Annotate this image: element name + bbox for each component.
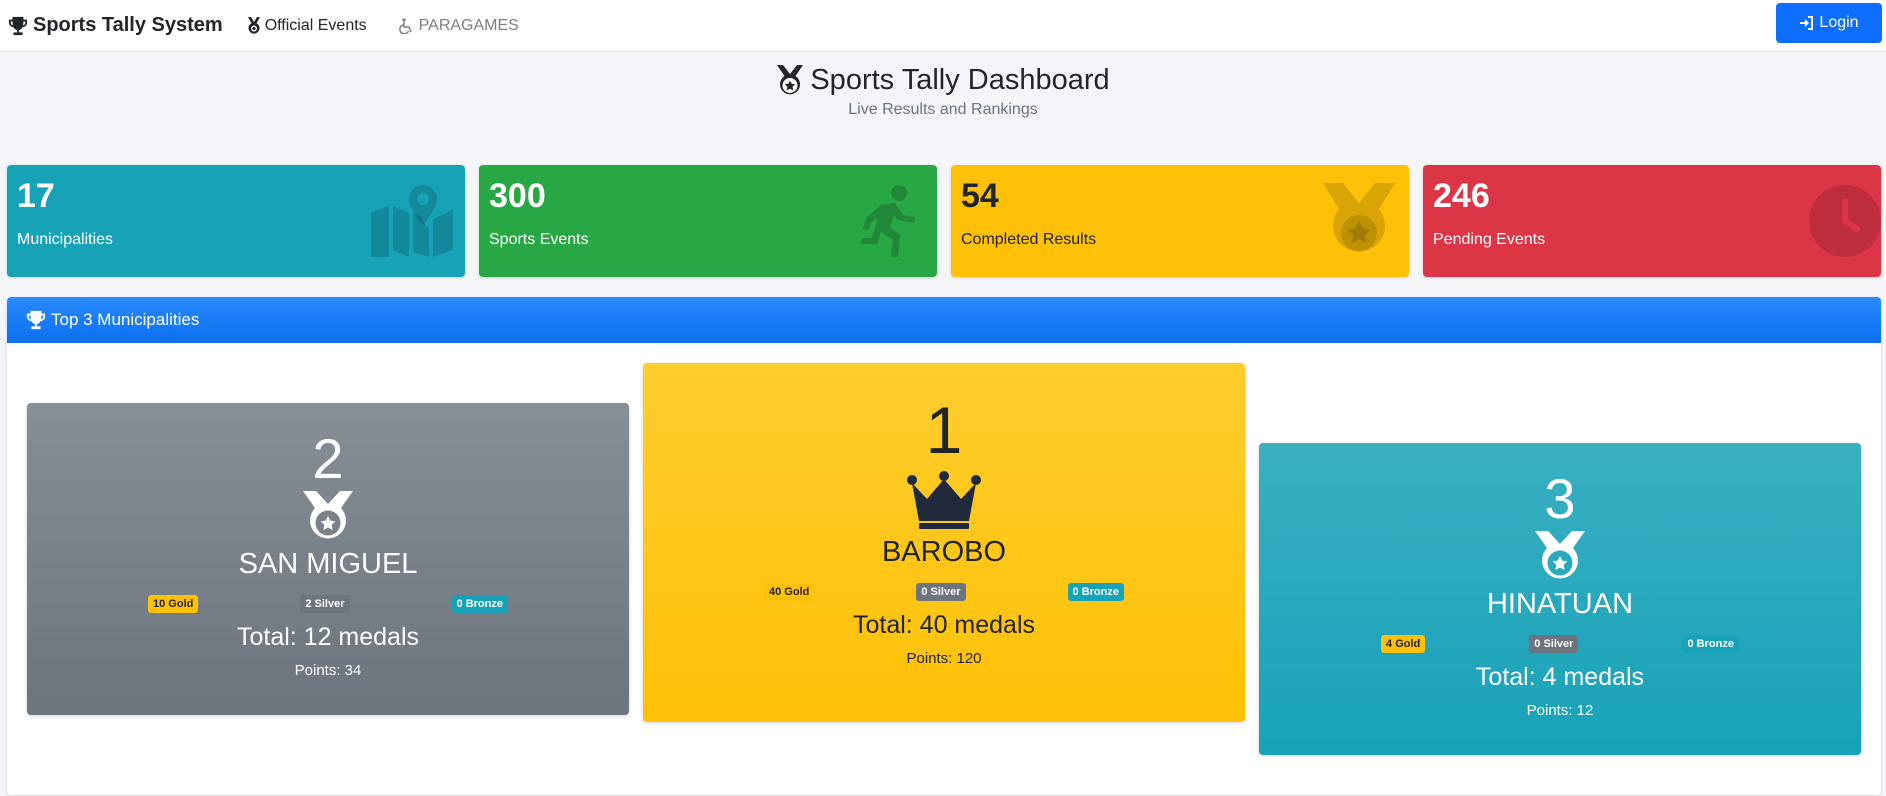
municipality-name: HINATUAN <box>1486 588 1634 620</box>
points: Points: 34 <box>294 662 362 679</box>
sign-in-icon <box>1800 16 1814 30</box>
navbar: Sports Tally System Official Events PARA… <box>0 0 1886 52</box>
stat-value: 54 <box>961 177 999 215</box>
bronze-badge: 0 Bronze <box>451 595 508 613</box>
silver-badge: 0 Silver <box>1529 635 1579 653</box>
nav-paragames[interactable]: PARAGAMES <box>398 16 519 35</box>
gold-badge: 4 Gold <box>1381 635 1426 653</box>
stat-card-pending-events: 246 Pending Events <box>1423 165 1881 277</box>
medal-icon <box>777 64 804 94</box>
silver-badge: 0 Silver <box>916 583 966 601</box>
running-icon <box>861 185 915 257</box>
points: Points: 12 <box>1526 702 1594 719</box>
nav-paragames-label: PARAGAMES <box>418 16 519 34</box>
stat-label: Completed Results <box>961 231 1097 248</box>
wheelchair-icon <box>398 17 412 34</box>
page-subtitle: Live Results and Rankings <box>848 101 1038 118</box>
stat-value: 17 <box>17 177 55 215</box>
brand[interactable]: Sports Tally System <box>7 14 223 37</box>
stat-card-sports-events: 300 Sports Events <box>479 165 937 277</box>
total-medals: Total: 40 medals <box>852 611 1036 639</box>
dashboard-header: Sports Tally Dashboard Live Results and … <box>0 64 1886 119</box>
municipality-name: BAROBO <box>881 536 1007 568</box>
total-medals: Total: 12 medals <box>236 623 420 651</box>
top3-panel-header: Top 3 Municipalities <box>7 297 1881 343</box>
bronze-badge: 0 Bronze <box>1067 583 1124 601</box>
nav-official-events-label: Official Events <box>264 16 367 34</box>
podium-second[interactable]: 2 SAN MIGUEL 10 Gold 2 Silver 0 Bronze T… <box>27 403 629 715</box>
medal-row: 10 Gold 2 Silver 0 Bronze <box>27 595 629 613</box>
map-icon <box>371 185 453 257</box>
rank-number: 2 <box>312 427 344 490</box>
stat-label: Pending Events <box>1433 231 1546 248</box>
stat-card-municipalities: 17 Municipalities <box>7 165 465 277</box>
login-label: Login <box>1819 14 1859 31</box>
stat-card-completed-results: 54 Completed Results <box>951 165 1409 277</box>
podium-third[interactable]: 3 HINATUAN 4 Gold 0 Silver 0 Bronze Tota… <box>1259 443 1861 755</box>
trophy-icon <box>8 16 28 35</box>
total-medals: Total: 4 medals <box>1475 663 1645 691</box>
rank-number: 3 <box>1544 467 1576 530</box>
login-button[interactable]: Login <box>1776 3 1882 43</box>
top3-title: Top 3 Municipalities <box>51 310 200 329</box>
rank-number: 1 <box>925 393 963 467</box>
nav-official-events[interactable]: Official Events <box>247 16 367 35</box>
gold-badge: 40 Gold <box>764 583 815 601</box>
gold-badge: 10 Gold <box>148 595 199 613</box>
silver-medal-icon <box>303 491 353 539</box>
trophy-icon <box>26 310 46 330</box>
crown-icon <box>907 471 981 529</box>
municipality-name: SAN MIGUEL <box>238 548 418 580</box>
bronze-badge: 0 Bronze <box>1682 635 1739 653</box>
silver-badge: 2 Silver <box>300 595 350 613</box>
stat-label: Municipalities <box>17 231 114 248</box>
points: Points: 120 <box>906 650 982 667</box>
medal-row: 4 Gold 0 Silver 0 Bronze <box>1259 635 1861 653</box>
clock-icon <box>1809 185 1881 257</box>
brand-label: Sports Tally System <box>33 14 223 36</box>
bronze-medal-icon <box>1535 531 1585 579</box>
stat-value: 300 <box>489 177 546 215</box>
medal-row: 40 Gold 0 Silver 0 Bronze <box>643 583 1245 601</box>
page-title-text: Sports Tally Dashboard <box>810 64 1110 96</box>
medal-icon <box>1323 183 1395 252</box>
top3-panel: Top 3 Municipalities 2 SAN MIGUEL 10 Gol… <box>7 297 1881 795</box>
stat-label: Sports Events <box>489 231 589 248</box>
page-title: Sports Tally Dashboard <box>0 64 1886 97</box>
medal-icon <box>247 16 260 34</box>
podium-first[interactable]: 1 BAROBO 40 Gold 0 Silver 0 Bronze Total… <box>643 363 1245 722</box>
stat-value: 246 <box>1433 177 1490 215</box>
